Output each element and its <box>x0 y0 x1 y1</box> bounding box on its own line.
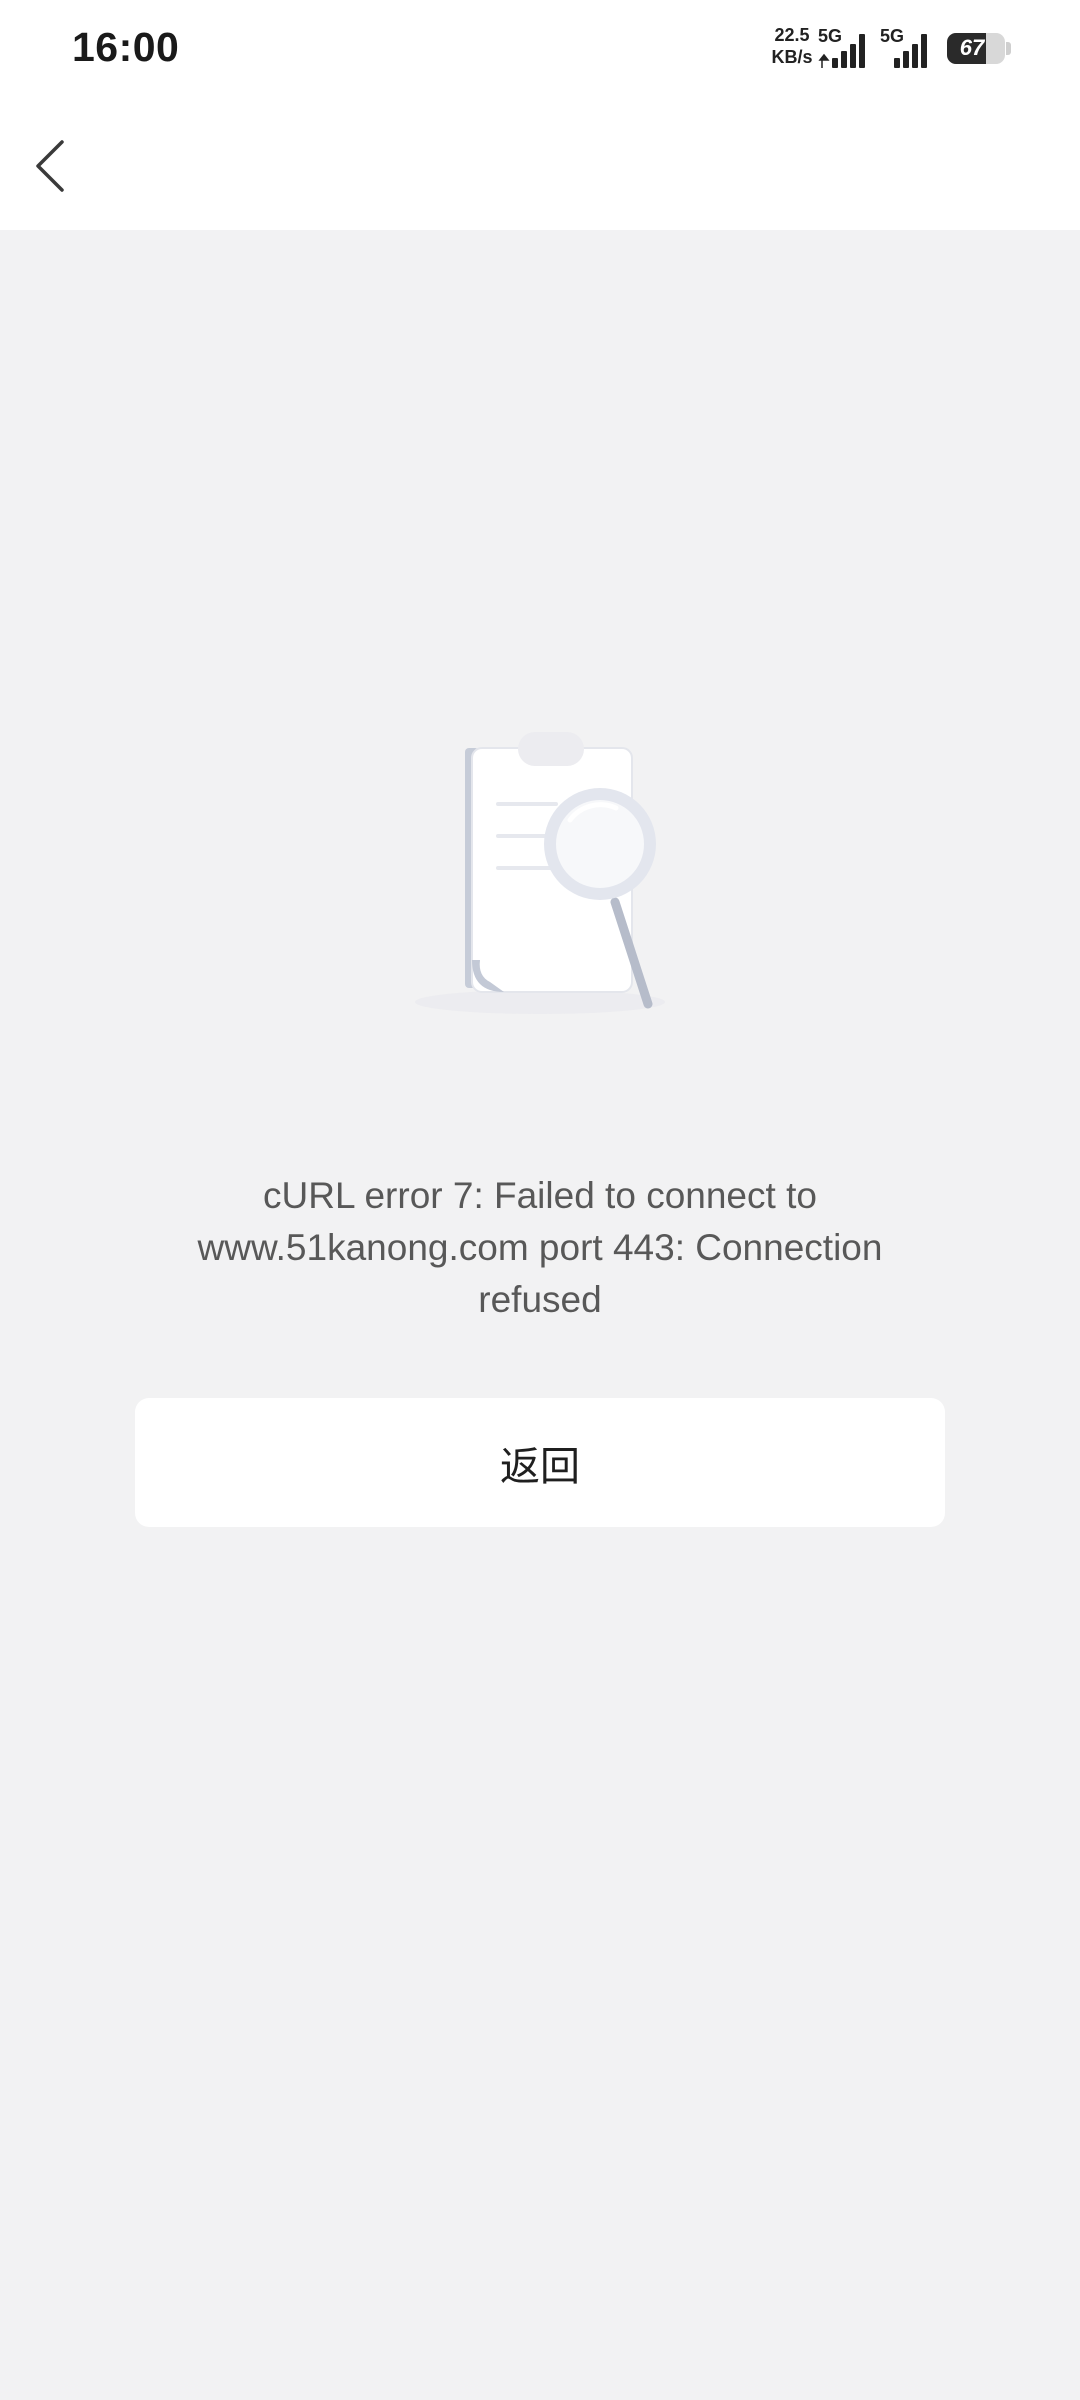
back-button[interactable] <box>14 130 86 202</box>
network-speed-value: 22.5 <box>774 25 810 45</box>
clipboard-magnifier-icon <box>380 720 700 1020</box>
error-message: cURL error 7: Failed to connect to www.5… <box>197 1175 883 1320</box>
signal-icon <box>818 34 865 68</box>
status-time: 16:00 <box>72 24 180 70</box>
return-button[interactable]: 返回 <box>135 1398 945 1527</box>
sim1-signal: 5G <box>818 26 874 70</box>
network-speed: 22.5 KB/s <box>768 24 816 68</box>
battery-cap <box>1006 42 1011 55</box>
network-speed-unit: KB/s <box>771 47 813 67</box>
battery-icon: 67 <box>947 33 1005 64</box>
status-bar: 16:00 22.5 KB/s 5G 5G 67 <box>0 0 1080 100</box>
sim2-signal: 5G <box>880 26 936 70</box>
signal-icon <box>894 34 927 68</box>
navigation-bar <box>0 100 1080 230</box>
battery-level: 67 <box>959 35 985 60</box>
chevron-left-icon <box>36 140 64 192</box>
